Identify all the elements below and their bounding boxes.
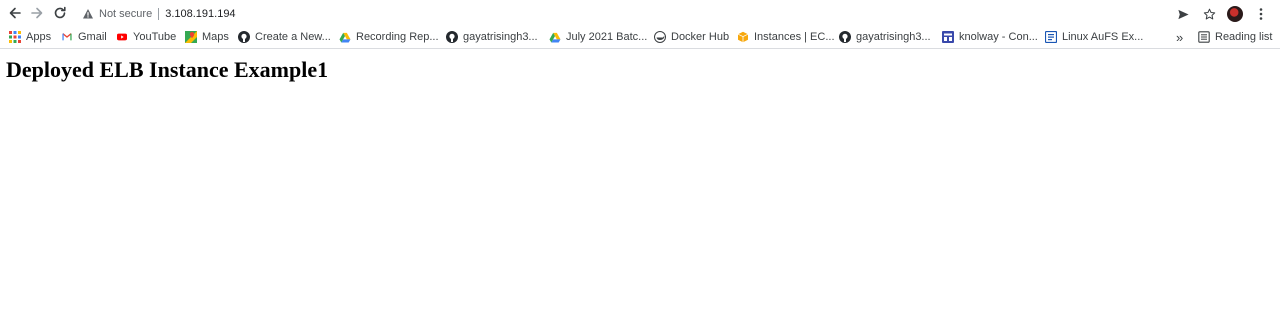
bookmark-label: Maps bbox=[202, 31, 229, 43]
google-drive-icon bbox=[339, 31, 351, 43]
bookmark-label: July 2021 Batc... bbox=[566, 31, 648, 43]
bookmarks-overflow-button[interactable]: » bbox=[1176, 27, 1183, 47]
profile-button[interactable] bbox=[1226, 5, 1244, 23]
docker-icon bbox=[654, 31, 666, 43]
chrome-divider bbox=[0, 48, 1280, 49]
browser-toolbar: Not secure 3.108.191.194 bbox=[0, 1, 1280, 26]
bookmark-maps[interactable]: Maps bbox=[185, 27, 229, 47]
bookmark-gayatrisingh3-1[interactable]: gayatrisingh3... bbox=[446, 27, 538, 47]
toolbar-right-actions bbox=[1174, 4, 1270, 24]
bookmark-recording-rep[interactable]: Recording Rep... bbox=[339, 27, 439, 47]
bookmark-gayatrisingh3-2[interactable]: gayatrisingh3... bbox=[839, 27, 931, 47]
star-icon bbox=[1203, 8, 1215, 19]
security-status-label[interactable]: Not secure bbox=[99, 8, 152, 20]
url-text[interactable]: 3.108.191.194 bbox=[165, 8, 235, 20]
reading-list-icon bbox=[1198, 31, 1210, 43]
bookmark-label: Docker Hub bbox=[671, 31, 730, 43]
menu-button[interactable] bbox=[1252, 5, 1270, 23]
github-icon bbox=[446, 31, 458, 43]
bookmark-label: Linux AuFS Ex... bbox=[1062, 31, 1144, 43]
bookmark-star-button[interactable] bbox=[1200, 5, 1218, 23]
bookmark-apps[interactable]: Apps bbox=[9, 27, 51, 47]
github-icon bbox=[839, 31, 851, 43]
bookmark-label: gayatrisingh3... bbox=[856, 31, 931, 43]
bookmarks-bar: Apps Gmail YouTube Maps Create a New... bbox=[0, 26, 1280, 48]
youtube-icon bbox=[116, 31, 128, 43]
gmail-icon bbox=[61, 31, 73, 43]
page-content: Deployed ELB Instance Example1 bbox=[0, 50, 1280, 328]
bookmark-label: YouTube bbox=[133, 31, 177, 43]
address-bar[interactable]: Not secure 3.108.191.194 bbox=[74, 2, 1226, 25]
bookmark-knolway[interactable]: knolway - Con... bbox=[942, 27, 1038, 47]
bookmark-label: gayatrisingh3... bbox=[463, 31, 538, 43]
avatar bbox=[1227, 6, 1243, 22]
github-icon bbox=[238, 31, 250, 43]
apps-grid-icon bbox=[9, 31, 21, 43]
reading-list-label: Reading list bbox=[1215, 31, 1273, 43]
bookmark-label: Create a New... bbox=[255, 31, 331, 43]
document-icon bbox=[1045, 31, 1057, 43]
arrow-right-icon bbox=[31, 7, 43, 19]
omnibox-separator bbox=[158, 7, 160, 20]
browser-chrome: Not secure 3.108.191.194 Apps Gmail YouT… bbox=[0, 0, 1280, 50]
kebab-menu-icon bbox=[1259, 8, 1263, 20]
bookmark-label: knolway - Con... bbox=[959, 31, 1038, 43]
reload-icon bbox=[54, 6, 66, 19]
send-icon bbox=[1177, 9, 1189, 19]
reload-button[interactable] bbox=[50, 3, 70, 23]
maps-icon bbox=[185, 31, 197, 43]
bookmark-create-a-new[interactable]: Create a New... bbox=[238, 27, 331, 47]
bookmark-label: Apps bbox=[26, 31, 52, 43]
bookmark-july-2021-batch[interactable]: July 2021 Batc... bbox=[549, 27, 647, 47]
bookmark-label: Recording Rep... bbox=[356, 31, 439, 43]
forward-button[interactable] bbox=[27, 3, 47, 23]
knolway-icon bbox=[942, 31, 954, 43]
warning-icon[interactable] bbox=[82, 8, 94, 20]
reading-list-button[interactable]: Reading list bbox=[1198, 27, 1272, 47]
bookmark-gmail[interactable]: Gmail bbox=[61, 27, 107, 47]
bookmark-label: Gmail bbox=[78, 31, 107, 43]
overflow-chevron-label: » bbox=[1176, 29, 1184, 45]
bookmark-linux-aufs[interactable]: Linux AuFS Ex... bbox=[1045, 27, 1143, 47]
bookmark-docker-hub[interactable]: Docker Hub bbox=[654, 27, 729, 47]
aws-cube-icon bbox=[737, 31, 749, 43]
google-drive-icon bbox=[549, 31, 561, 43]
bookmark-youtube[interactable]: YouTube bbox=[116, 27, 176, 47]
bookmark-instances-ec2[interactable]: Instances | EC... bbox=[737, 27, 835, 47]
bookmark-label: Instances | EC... bbox=[754, 31, 835, 43]
page-title: Deployed ELB Instance Example1 bbox=[6, 57, 329, 82]
send-tab-button[interactable] bbox=[1174, 5, 1192, 23]
back-button[interactable] bbox=[5, 3, 25, 23]
arrow-left-icon bbox=[9, 7, 21, 19]
